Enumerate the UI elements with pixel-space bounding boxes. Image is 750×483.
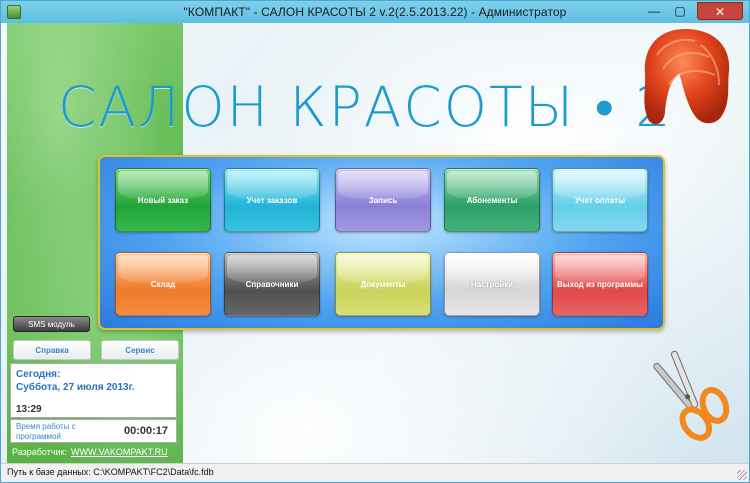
uptime-value: 00:00:17	[123, 425, 168, 437]
maximize-button[interactable]: ▢	[667, 2, 693, 20]
main-menu-panel: Новый заказ Учет заказов Запись Абонемен…	[98, 155, 665, 330]
new-order-label: Новый заказ	[137, 196, 189, 205]
appointments-button[interactable]: Запись	[335, 168, 431, 232]
developer-label: Разработчик:	[12, 447, 67, 457]
orders-accounting-label: Учет заказов	[246, 196, 298, 205]
orders-accounting-button[interactable]: Учет заказов	[224, 168, 320, 232]
subscriptions-button[interactable]: Абонементы	[444, 168, 540, 232]
service-button[interactable]: Сервис	[101, 340, 179, 360]
exit-button[interactable]: Выход из программы	[552, 252, 648, 316]
subscriptions-label: Абонементы	[466, 196, 518, 205]
documents-button[interactable]: Документы	[335, 252, 431, 316]
database-path: Путь к базе данных: C:\KOMPAKT\FC2\Data\…	[7, 467, 214, 477]
app-logo-text: САЛОН КРАСОТЫ • 2	[58, 75, 673, 139]
scissors-icon	[653, 350, 730, 441]
settings-label: Настройки	[470, 280, 514, 289]
resize-grip-icon[interactable]	[737, 470, 747, 480]
uptime-label: Время работы с программой	[16, 422, 76, 441]
appointments-label: Запись	[368, 196, 398, 205]
new-order-button[interactable]: Новый заказ	[115, 168, 211, 232]
directories-button[interactable]: Справочники	[224, 252, 320, 316]
exit-label: Выход из программы	[557, 280, 643, 289]
uptime-panel: Время работы с программой 00:00:17	[10, 419, 177, 443]
payments-accounting-button[interactable]: Учет оплаты	[552, 168, 648, 232]
close-button[interactable]: ✕	[697, 2, 743, 20]
hair-illustration-icon	[644, 29, 730, 125]
date-panel: Сегодня: Суббота, 27 июля 2013г. 13:29	[10, 363, 177, 418]
settings-button[interactable]: Настройки	[444, 252, 540, 316]
warehouse-button[interactable]: Склад	[115, 252, 211, 316]
current-time: 13:29	[16, 404, 42, 415]
directories-label: Справочники	[245, 280, 299, 289]
window-title: "КОМПАКТ" - САЛОН КРАСОТЫ 2 v.2(2.5.2013…	[183, 5, 567, 19]
current-date: Суббота, 27 июля 2013г.	[16, 382, 135, 393]
sms-module-button[interactable]: SMS модуль	[13, 316, 90, 332]
warehouse-label: Склад	[150, 280, 176, 289]
main-content: САЛОН КРАСОТЫ • 2 Новый заказ Учет заказ…	[1, 23, 749, 463]
minimize-button[interactable]: —	[641, 2, 667, 20]
title-bar: "КОМПАКТ" - САЛОН КРАСОТЫ 2 v.2(2.5.2013…	[1, 1, 749, 23]
app-window: "КОМПАКТ" - САЛОН КРАСОТЫ 2 v.2(2.5.2013…	[0, 0, 750, 483]
payments-accounting-label: Учет оплаты	[574, 196, 626, 205]
documents-label: Документы	[360, 280, 406, 289]
help-button[interactable]: Справка	[13, 340, 91, 360]
developer-link[interactable]: WWW.VAKOMPAKT.RU	[71, 447, 168, 457]
status-bar: Путь к базе данных: C:\KOMPAKT\FC2\Data\…	[1, 463, 749, 482]
today-label: Сегодня:	[16, 369, 61, 380]
